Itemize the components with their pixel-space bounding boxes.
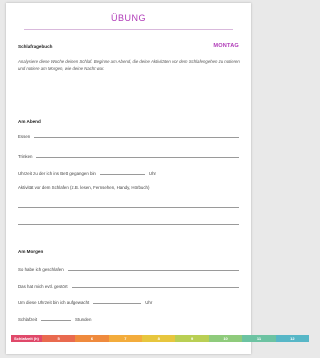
wakeup-field[interactable]: Um diese Uhrzeit bin ich aufgewacht Uhr bbox=[18, 297, 199, 305]
sleeptime-line[interactable] bbox=[41, 320, 72, 321]
eat-field[interactable]: Essen bbox=[18, 131, 239, 139]
scale-cell-8[interactable]: 8 bbox=[142, 335, 176, 342]
wakeup-line[interactable] bbox=[93, 303, 142, 304]
sleeptime-unit: Stunden bbox=[75, 317, 92, 322]
bedtime-unit: Uhr bbox=[148, 171, 156, 176]
activity-label: Aktivität vor dem Schlafen (z.B. lesen, … bbox=[18, 185, 150, 190]
eat-label: Essen bbox=[18, 134, 31, 139]
activity-line-2[interactable] bbox=[18, 224, 239, 225]
activity-line-1[interactable] bbox=[18, 207, 239, 208]
title-divider bbox=[24, 29, 233, 30]
weekday-label: MONTAG bbox=[213, 43, 239, 49]
scale-cell-12[interactable]: 12 bbox=[275, 335, 310, 342]
slept-field[interactable]: So habe ich geschlafen bbox=[18, 264, 239, 272]
drink-line[interactable] bbox=[36, 157, 239, 158]
scale-cell-11[interactable]: 11 bbox=[242, 335, 276, 342]
drink-field[interactable]: Trinken bbox=[18, 151, 239, 159]
scale-cell-9[interactable]: 9 bbox=[175, 335, 209, 342]
sheet-label: Schlafragebuch bbox=[18, 44, 53, 49]
scale-cell-6[interactable]: 6 bbox=[75, 335, 109, 342]
scale-cell-5[interactable]: 5 bbox=[41, 335, 76, 342]
slept-line[interactable] bbox=[67, 270, 239, 271]
activity-field: Aktivität vor dem Schlafen (z.B. lesen, … bbox=[18, 182, 239, 190]
disturbed-label: Das hat mich evtl. gestört bbox=[18, 284, 68, 289]
bedtime-line[interactable] bbox=[99, 174, 145, 175]
bedtime-label: Uhrzeit zu der ich ins Bett gegangen bin bbox=[18, 171, 96, 176]
disturbed-line[interactable] bbox=[71, 287, 239, 288]
sleeptime-field[interactable]: Schlafzeit Stunden bbox=[18, 314, 111, 322]
evening-heading: Am Abend bbox=[18, 119, 41, 124]
eat-line[interactable] bbox=[34, 137, 239, 138]
disturbed-field[interactable]: Das hat mich evtl. gestört bbox=[18, 281, 239, 289]
slept-label: So habe ich geschlafen bbox=[18, 267, 64, 272]
sleeptime-label: Schlafzeit bbox=[18, 317, 38, 322]
scale-cell-7[interactable]: 7 bbox=[108, 335, 143, 342]
wakeup-label: Um diese Uhrzeit bin ich aufgewacht bbox=[18, 300, 90, 305]
scale-caption: Schlafzeit (h) bbox=[11, 335, 42, 342]
sleep-hours-scale: Schlafzeit (h) 5 6 7 8 9 10 11 12 bbox=[11, 335, 310, 342]
drink-label: Trinken bbox=[18, 154, 33, 159]
wakeup-unit: Uhr bbox=[145, 300, 153, 305]
intro-text: Analysiere diese Woche deinen Schlaf. Be… bbox=[18, 59, 240, 71]
scale-cell-10[interactable]: 10 bbox=[208, 335, 243, 342]
page-title: ÜBUNG bbox=[110, 13, 146, 23]
worksheet-page: ÜBUNG Schlafragebuch MONTAG Analysiere d… bbox=[6, 3, 251, 354]
morning-heading: Am Morgen bbox=[18, 249, 44, 254]
bedtime-field[interactable]: Uhrzeit zu der ich ins Bett gegangen bin… bbox=[18, 168, 156, 176]
